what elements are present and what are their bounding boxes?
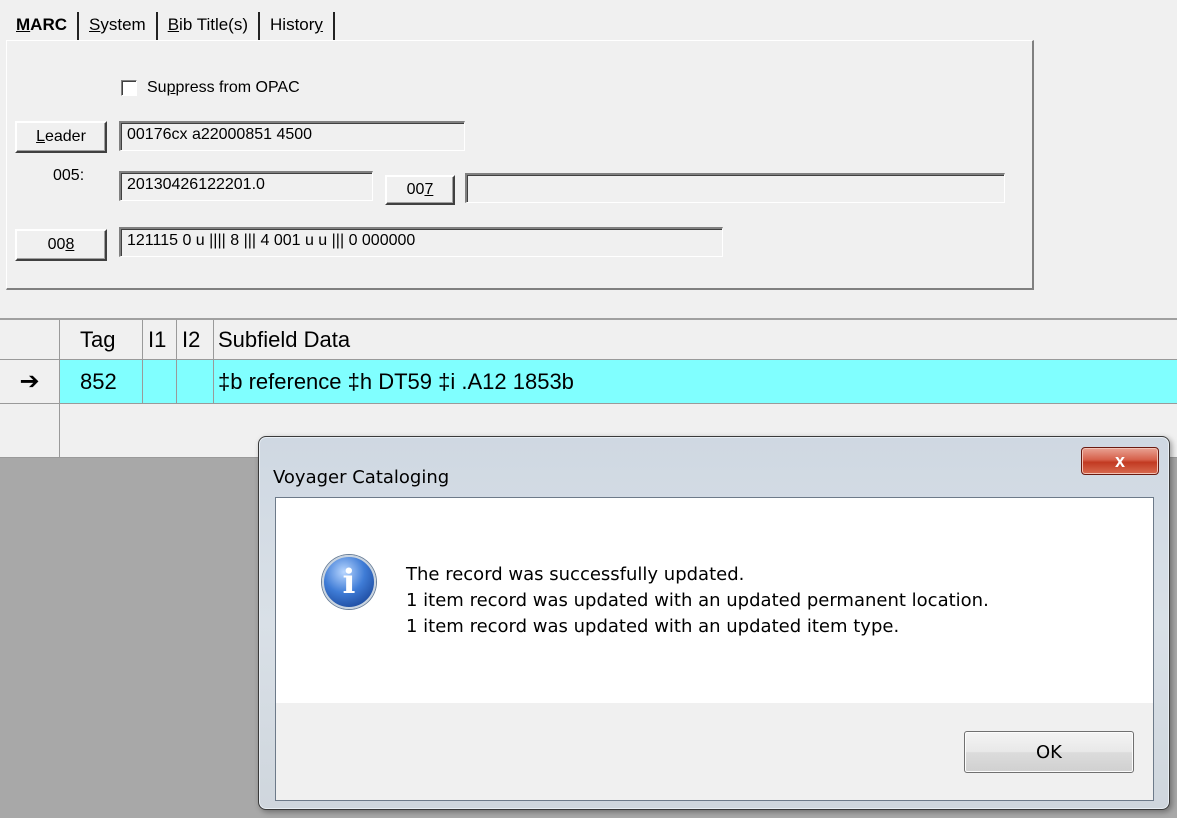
field-008-button[interactable]: 00 8 xyxy=(15,229,107,261)
tab-history-mnemonic: y xyxy=(314,15,323,34)
column-header-subfield-data[interactable]: Subfield Data xyxy=(214,320,1177,360)
voyager-cataloging-window: M ARC System Bib Title(s) Histor y Suppres… xyxy=(0,0,1177,818)
close-button[interactable]: x xyxy=(1081,447,1159,475)
marc-panel: Suppress from OPAC Leader 00176cx a22000… xyxy=(6,40,1034,290)
suppress-from-opac-checkbox[interactable] xyxy=(121,80,137,96)
tab-marc[interactable]: M ARC xyxy=(6,12,80,40)
tab-history[interactable]: Histor y xyxy=(260,12,335,40)
cell-tag[interactable]: 852 xyxy=(60,360,143,404)
field-007-value[interactable] xyxy=(465,173,1005,203)
field-008-value[interactable]: 121115 0 u |||| 8 ||| 4 001 u u ||| 0 00… xyxy=(119,227,723,257)
leader-field[interactable]: 00176cx a22000851 4500 xyxy=(119,121,465,151)
dialog-footer: OK xyxy=(275,703,1154,801)
row-marker-empty xyxy=(0,404,60,458)
message-line-3: 1 item record was updated with an update… xyxy=(406,616,900,637)
message-line-2: 1 item record was updated with an update… xyxy=(406,590,989,611)
column-header-i2[interactable]: I2 xyxy=(177,320,214,360)
info-icon: i xyxy=(322,555,376,609)
suppress-from-opac-option[interactable]: Suppress from OPAC xyxy=(121,79,300,97)
cell-subfield-data[interactable]: ‡b reference ‡h DT59 ‡i .A12 1853b xyxy=(214,360,1177,404)
dialog-body: i The record was successfully updated. 1… xyxy=(275,497,1154,703)
message-dialog: Voyager Cataloging x i The record was su… xyxy=(258,436,1170,810)
tab-history-label: Histor xyxy=(270,15,315,34)
message-line-1: The record was successfully updated. xyxy=(406,564,745,585)
tab-bib-titles-mnemonic: B xyxy=(167,15,180,34)
row-marker-header xyxy=(0,320,60,360)
tab-system-mnemonic: S xyxy=(89,15,101,34)
table-row[interactable]: ➔ 852 ‡b reference ‡h DT59 ‡i .A12 1853b xyxy=(0,360,1177,404)
current-row-arrow-icon: ➔ xyxy=(0,360,60,404)
tab-system[interactable]: System xyxy=(79,12,158,40)
leader-button[interactable]: Leader xyxy=(15,121,107,153)
field-005-value: 20130426122201.0 xyxy=(119,171,373,201)
close-icon: x xyxy=(1114,450,1125,471)
cell-i1[interactable] xyxy=(143,360,177,404)
field-005-label: 005: xyxy=(53,167,85,184)
column-header-tag[interactable]: Tag xyxy=(60,320,143,360)
dialog-title: Voyager Cataloging xyxy=(273,467,450,488)
tab-system-label: ystem xyxy=(100,15,146,34)
tab-marc-mnemonic: M xyxy=(16,15,31,34)
ok-button[interactable]: OK xyxy=(964,731,1134,773)
tab-marc-label: ARC xyxy=(30,15,68,34)
tab-bar: M ARC System Bib Title(s) Histor y xyxy=(6,10,335,40)
tab-bib-titles-label: ib Title(s) xyxy=(179,15,249,34)
field-007-button[interactable]: 00 7 xyxy=(385,175,455,205)
cell-i2[interactable] xyxy=(177,360,214,404)
grid-header: Tag I1 I2 Subfield Data xyxy=(0,320,1177,360)
column-header-i1[interactable]: I1 xyxy=(143,320,177,360)
tab-bib-titles[interactable]: Bib Title(s) xyxy=(157,12,261,40)
suppress-from-opac-label: Suppress from OPAC xyxy=(147,79,300,96)
